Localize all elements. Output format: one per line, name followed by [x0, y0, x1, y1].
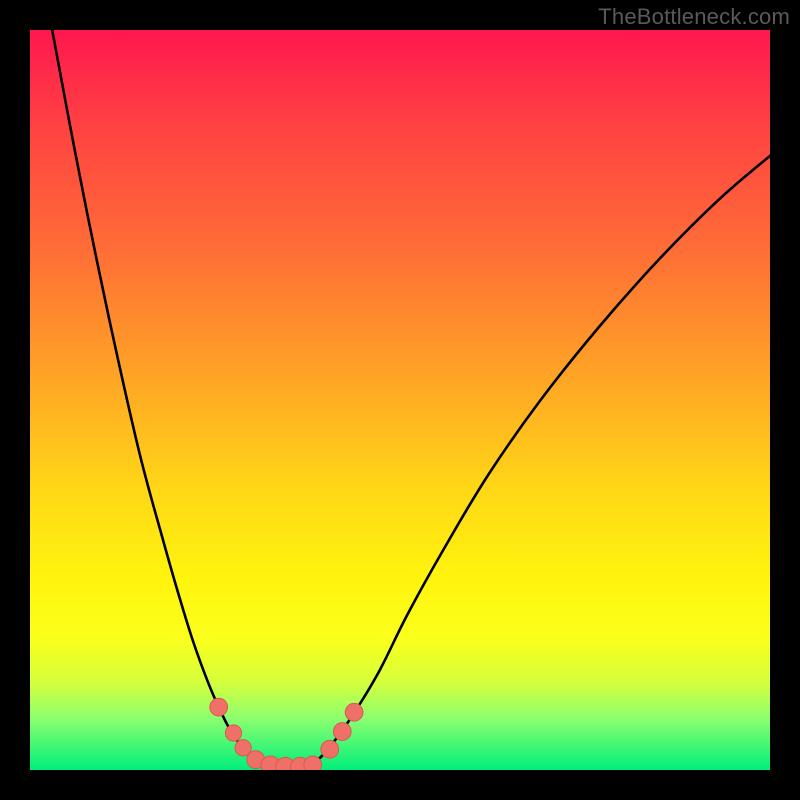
- data-marker: [321, 740, 339, 758]
- data-marker: [225, 725, 241, 741]
- plot-area: [30, 30, 770, 770]
- left-curve: [52, 30, 267, 766]
- data-marker: [345, 703, 363, 721]
- data-marker: [210, 698, 228, 716]
- curves-svg: [30, 30, 770, 770]
- watermark-text: TheBottleneck.com: [598, 4, 790, 30]
- data-marker: [304, 756, 322, 770]
- chart-frame: TheBottleneck.com: [0, 0, 800, 800]
- right-curve: [311, 156, 770, 766]
- marker-layer: [210, 698, 363, 770]
- data-marker: [333, 723, 351, 741]
